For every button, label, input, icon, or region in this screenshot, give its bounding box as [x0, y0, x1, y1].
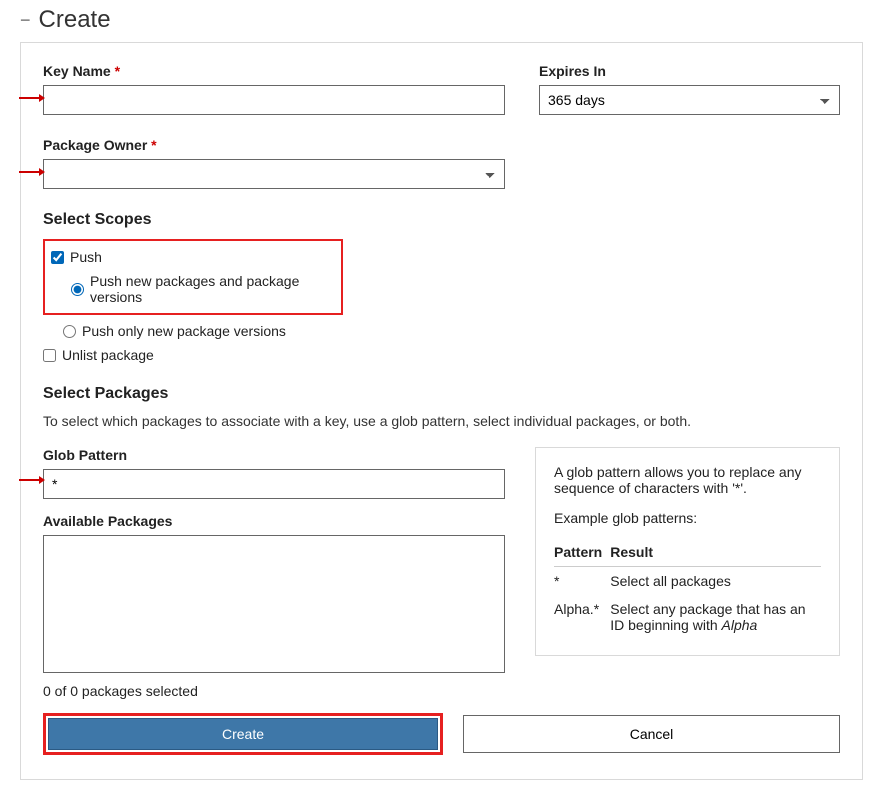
arrow-icon — [19, 475, 45, 485]
glob-help-intro: A glob pattern allows you to replace any… — [554, 464, 821, 496]
glob-pattern-label: Glob Pattern — [43, 447, 505, 463]
expires-in-label: Expires In — [539, 63, 840, 79]
unlist-checkbox[interactable] — [43, 349, 56, 362]
key-name-input[interactable] — [43, 85, 505, 115]
push-label: Push — [70, 249, 102, 265]
select-packages-heading: Select Packages — [43, 385, 840, 403]
select-scopes-heading: Select Scopes — [43, 211, 840, 229]
push-new-label: Push new packages and package versions — [90, 273, 331, 305]
select-packages-help: To select which packages to associate wi… — [43, 413, 840, 429]
package-count-text: 0 of 0 packages selected — [43, 683, 840, 699]
available-packages-label: Available Packages — [43, 513, 505, 529]
push-only-radio[interactable] — [63, 325, 76, 338]
glob-pattern-input[interactable] — [43, 469, 505, 499]
create-panel: Key Name * Expires In 365 days Package O… — [20, 42, 863, 780]
expires-in-select[interactable]: 365 days — [539, 85, 840, 115]
cancel-button[interactable]: Cancel — [463, 715, 840, 753]
package-owner-label: Package Owner * — [43, 137, 505, 153]
package-owner-select[interactable] — [43, 159, 505, 189]
key-name-label: Key Name * — [43, 63, 505, 79]
arrow-icon — [19, 167, 45, 177]
create-button[interactable]: Create — [48, 718, 438, 750]
push-only-label: Push only new package versions — [82, 323, 286, 339]
page-title: Create — [39, 6, 111, 34]
push-new-radio[interactable] — [71, 283, 84, 296]
available-packages-list[interactable] — [43, 535, 505, 673]
push-checkbox[interactable] — [51, 251, 64, 264]
table-row: Alpha.* Select any package that has an I… — [554, 595, 821, 639]
glob-th-pattern: Pattern — [554, 540, 610, 567]
table-row: * Select all packages — [554, 567, 821, 596]
glob-help-example-heading: Example glob patterns: — [554, 510, 821, 526]
glob-help-panel: A glob pattern allows you to replace any… — [535, 447, 840, 656]
glob-pattern-table: Pattern Result * Select all packages Alp… — [554, 540, 821, 639]
glob-th-result: Result — [610, 540, 821, 567]
unlist-label: Unlist package — [62, 347, 154, 363]
create-button-highlight: Create — [43, 713, 443, 755]
scope-highlight-box: Push Push new packages and package versi… — [43, 239, 343, 315]
collapse-icon[interactable]: − — [20, 11, 31, 29]
arrow-icon — [19, 93, 45, 103]
